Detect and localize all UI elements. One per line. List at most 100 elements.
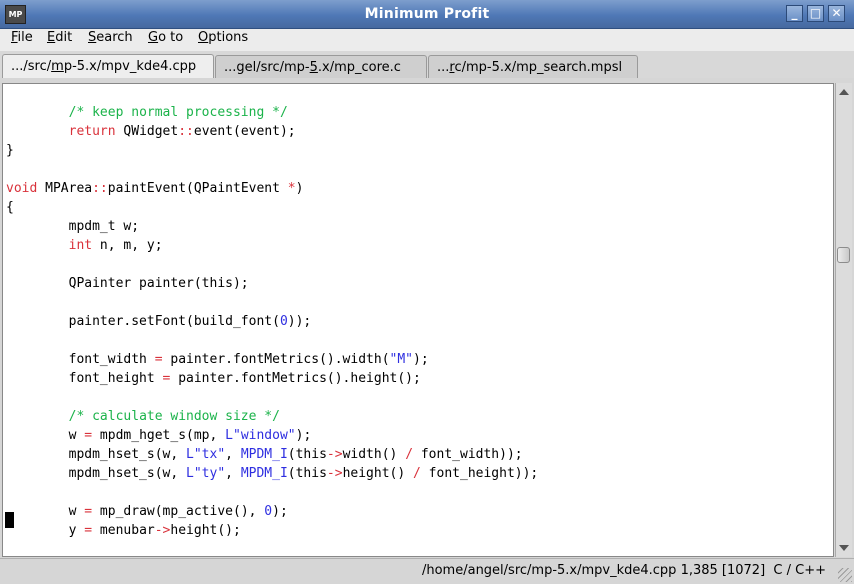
code-token: void [6, 181, 38, 196]
code-line[interactable]: return QWidget::event(event); [6, 122, 832, 141]
code-editor[interactable]: /* keep normal processing */ return QWid… [2, 83, 834, 557]
tab-bar: .../src/mp-5.x/mpv_kde4.cpp ...gel/src/m… [0, 51, 854, 78]
menu-label: dit [55, 30, 73, 45]
code-token: , [225, 447, 241, 462]
code-line[interactable]: mpdm_t w; [6, 217, 832, 236]
menu-label: earch [96, 30, 133, 45]
text-cursor [5, 512, 14, 528]
code-line[interactable] [6, 160, 832, 179]
code-line[interactable]: w = mp_draw(mp_active(), 0); [6, 502, 832, 521]
code-token: QWidget [115, 124, 179, 139]
code-token: L"window" [225, 428, 296, 443]
code-token: menubar [92, 523, 155, 538]
code-line[interactable]: QPainter painter(this); [6, 274, 832, 293]
code-line[interactable]: } [6, 141, 832, 160]
code-line[interactable]: int n, m, y; [6, 236, 832, 255]
code-token: /* keep normal processing */ [68, 105, 288, 120]
code-token: / [405, 447, 414, 462]
code-line[interactable]: void MPArea::paintEvent(QPaintEvent *) [6, 179, 832, 198]
maximize-button[interactable]: □ [807, 5, 824, 22]
code-token: -> [154, 523, 171, 538]
code-line[interactable]: y = menubar->height(); [6, 521, 832, 540]
code-token: ); [272, 504, 288, 519]
scroll-down-icon[interactable] [839, 545, 849, 551]
menu-search[interactable]: Search [88, 30, 133, 45]
tab-label: ... [437, 60, 450, 75]
code-token: * [287, 181, 296, 196]
status-bar: /home/angel/src/mp-5.x/mpv_kde4.cpp 1,38… [0, 558, 854, 584]
code-line[interactable] [6, 331, 832, 350]
code-token: return [68, 124, 116, 139]
window-title: Minimum Profit [364, 6, 490, 22]
code-line[interactable] [6, 255, 832, 274]
menu-edit[interactable]: Edit [47, 30, 72, 45]
code-token: /* calculate window size */ [68, 409, 280, 424]
code-line[interactable] [6, 388, 832, 407]
scrollbar-thumb[interactable] [837, 247, 850, 263]
code-token: height(); [170, 523, 241, 538]
tab-label: c/mp-5.x/mp_search.mpsl [454, 60, 623, 75]
code-token: { [6, 200, 14, 215]
menu-options[interactable]: Options [198, 30, 248, 45]
code-token: mp_draw(mp_active(), [92, 504, 265, 519]
menu-label: o to [158, 30, 184, 45]
code-token: = [84, 523, 93, 538]
code-line[interactable]: /* keep normal processing */ [6, 103, 832, 122]
menu-file[interactable]: File [11, 30, 33, 45]
code-token: MPArea [37, 181, 93, 196]
close-button[interactable]: ✕ [828, 5, 845, 22]
code-line[interactable]: { [6, 198, 832, 217]
code-line[interactable] [6, 293, 832, 312]
code-token: = [84, 428, 93, 443]
code-token: = [154, 352, 163, 367]
tab-label: .../src/ [11, 59, 52, 74]
code-token: :: [92, 181, 108, 196]
resize-grip-icon[interactable] [838, 568, 852, 582]
maximize-icon: □ [809, 6, 822, 20]
tab-mp-core[interactable]: ...gel/src/mp-5.x/mp_core.c [215, 55, 427, 78]
code-line[interactable] [6, 84, 832, 103]
menu-label: ile [17, 30, 33, 45]
code-token: painter.fontMetrics().width( [162, 352, 390, 367]
close-icon: ✕ [831, 6, 842, 20]
menu-label: ptions [208, 30, 249, 45]
scroll-up-icon[interactable] [839, 89, 849, 95]
code-token: 0 [279, 314, 288, 329]
code-token: mpdm_hget_s(mp, [92, 428, 226, 443]
code-line[interactable] [6, 483, 832, 502]
menu-mnemonic: E [47, 30, 56, 45]
title-bar[interactable]: MP Minimum Profit _ □ ✕ [0, 0, 854, 29]
code-token: = [84, 504, 93, 519]
tab-mnemonic: m [51, 59, 64, 74]
tab-mp-search[interactable]: ...rc/mp-5.x/mp_search.mpsl [428, 55, 638, 78]
code-token: font_height [6, 371, 163, 386]
code-token: w [6, 428, 85, 443]
menu-mnemonic: O [198, 30, 209, 45]
code-line[interactable]: /* calculate window size */ [6, 407, 832, 426]
tab-label: ...gel/src/mp- [224, 60, 310, 75]
code-line[interactable]: font_width = painter.fontMetrics().width… [6, 350, 832, 369]
code-line[interactable]: mpdm_hset_s(w, L"tx", MPDM_I(this->width… [6, 445, 832, 464]
code-token: font_height)); [420, 466, 539, 481]
tab-mpv-kde4[interactable]: .../src/mp-5.x/mpv_kde4.cpp [2, 54, 214, 78]
code-token: QPainter painter(this); [6, 276, 249, 291]
code-token: font_width [6, 352, 155, 367]
code-line[interactable]: mpdm_hset_s(w, L"ty", MPDM_I(this->heigh… [6, 464, 832, 483]
code-token: w [6, 504, 85, 519]
code-token: MPDM_I [240, 466, 288, 481]
code-token: painter.fontMetrics().height(); [170, 371, 421, 386]
code-line[interactable]: font_height = painter.fontMetrics().heig… [6, 369, 832, 388]
code-token: , [225, 466, 241, 481]
code-token: y [6, 523, 85, 538]
tab-label: .x/mp_core.c [317, 60, 401, 75]
minimize-button[interactable]: _ [786, 5, 803, 22]
code-line[interactable]: painter.setFont(build_font(0)); [6, 312, 832, 331]
code-token: :: [178, 124, 194, 139]
code-line[interactable]: w = mpdm_hget_s(mp, L"window"); [6, 426, 832, 445]
code-area[interactable]: /* keep normal processing */ return QWid… [6, 84, 832, 540]
vertical-scrollbar[interactable] [835, 83, 852, 557]
menu-goto[interactable]: Go to [148, 30, 183, 45]
